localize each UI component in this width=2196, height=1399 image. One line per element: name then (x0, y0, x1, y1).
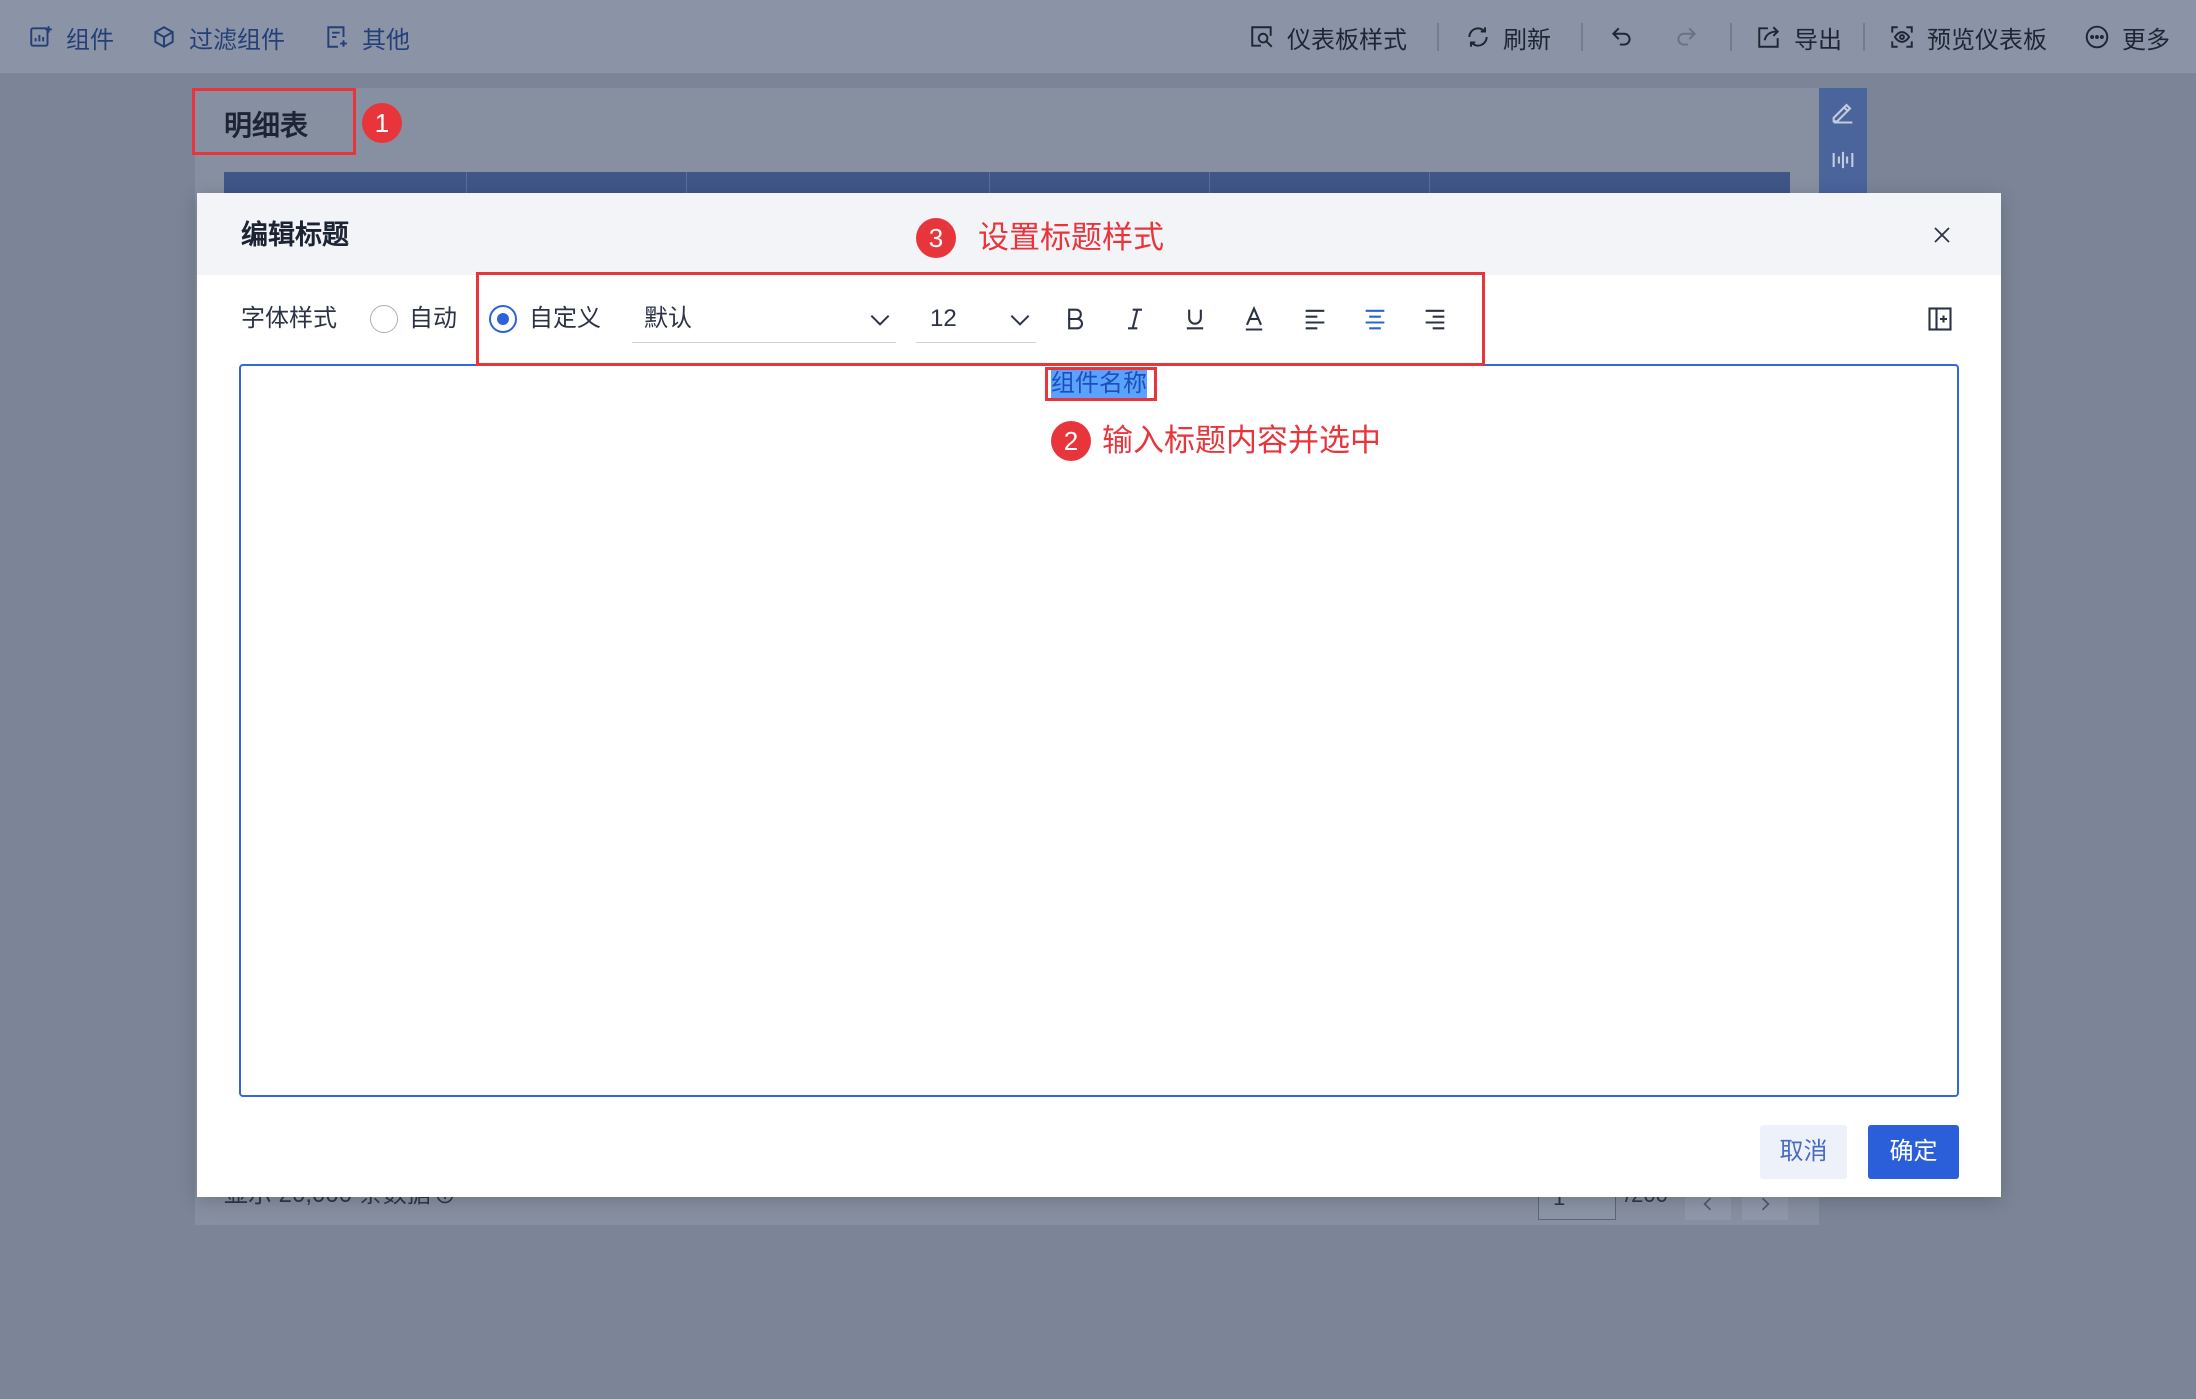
radio-auto[interactable] (370, 305, 398, 333)
toolbar-divider (1581, 23, 1583, 51)
refresh-icon (1465, 24, 1491, 50)
toolbar-components-button[interactable]: 组件 (28, 0, 114, 74)
preview-icon (1889, 24, 1915, 50)
top-toolbar: 组件 过滤组件 其他 仪表板样式 刷新 导出 预览仪表板 更多 (0, 0, 2196, 74)
toolbar-dashboard-style-label: 仪表板样式 (1287, 26, 1407, 54)
annotation-box-selection (1045, 367, 1157, 401)
insert-panel-icon[interactable] (1926, 305, 1954, 333)
column-settings-icon[interactable] (1829, 146, 1857, 174)
filter-component-icon (151, 24, 177, 50)
toolbar-undo-button[interactable] (1609, 0, 1635, 74)
annotation-badge-1: 1 (362, 103, 402, 143)
redo-icon (1673, 24, 1699, 50)
toolbar-other-label: 其他 (362, 26, 410, 54)
font-style-label: 字体样式 (241, 305, 337, 332)
toolbar-other-button[interactable]: 其他 (324, 0, 410, 74)
annotation-text-2: 输入标题内容并选中 (1102, 423, 1381, 458)
toolbar-divider (1437, 23, 1439, 51)
annotation-badge-3: 3 (916, 218, 956, 258)
toolbar-preview-button[interactable]: 预览仪表板 (1889, 0, 2047, 74)
chevron-right-icon (1755, 1194, 1775, 1214)
title-editor[interactable]: 组件名称 (239, 364, 1959, 1097)
annotation-badge-2: 2 (1051, 421, 1091, 461)
toolbar-refresh-label: 刷新 (1503, 26, 1551, 54)
dialog-title: 编辑标题 (241, 220, 349, 250)
dashboard-style-icon (1249, 24, 1275, 50)
toolbar-divider (1730, 23, 1732, 51)
more-icon (2084, 24, 2110, 50)
toolbar-divider (1863, 23, 1865, 51)
toolbar-export-button[interactable]: 导出 (1756, 0, 1842, 74)
toolbar-filter-components-button[interactable]: 过滤组件 (151, 0, 285, 74)
undo-icon (1609, 24, 1635, 50)
export-icon (1756, 24, 1782, 50)
annotation-box-title (192, 88, 356, 155)
close-icon[interactable] (1930, 223, 1954, 247)
component-icon (28, 24, 54, 50)
annotation-text-3: 设置标题样式 (978, 220, 1164, 255)
toolbar-preview-label: 预览仪表板 (1927, 26, 2047, 54)
toolbar-more-button[interactable]: 更多 (2084, 0, 2170, 74)
widget-side-toolbar (1819, 88, 1867, 196)
cancel-button[interactable]: 取消 (1760, 1125, 1847, 1179)
toolbar-refresh-button[interactable]: 刷新 (1465, 0, 1551, 74)
annotation-box-style-tools (476, 272, 1485, 366)
toolbar-more-label: 更多 (2122, 26, 2170, 54)
toolbar-components-label: 组件 (66, 26, 114, 54)
radio-auto-label[interactable]: 自动 (409, 301, 457, 337)
toolbar-dashboard-style-button[interactable]: 仪表板样式 (1249, 0, 1407, 74)
edit-icon[interactable] (1829, 98, 1857, 126)
toolbar-filter-components-label: 过滤组件 (189, 26, 285, 54)
other-icon (324, 24, 350, 50)
confirm-button[interactable]: 确定 (1868, 1125, 1959, 1179)
chevron-left-icon (1698, 1194, 1718, 1214)
toolbar-redo-button[interactable] (1673, 0, 1699, 74)
toolbar-export-label: 导出 (1794, 26, 1842, 54)
